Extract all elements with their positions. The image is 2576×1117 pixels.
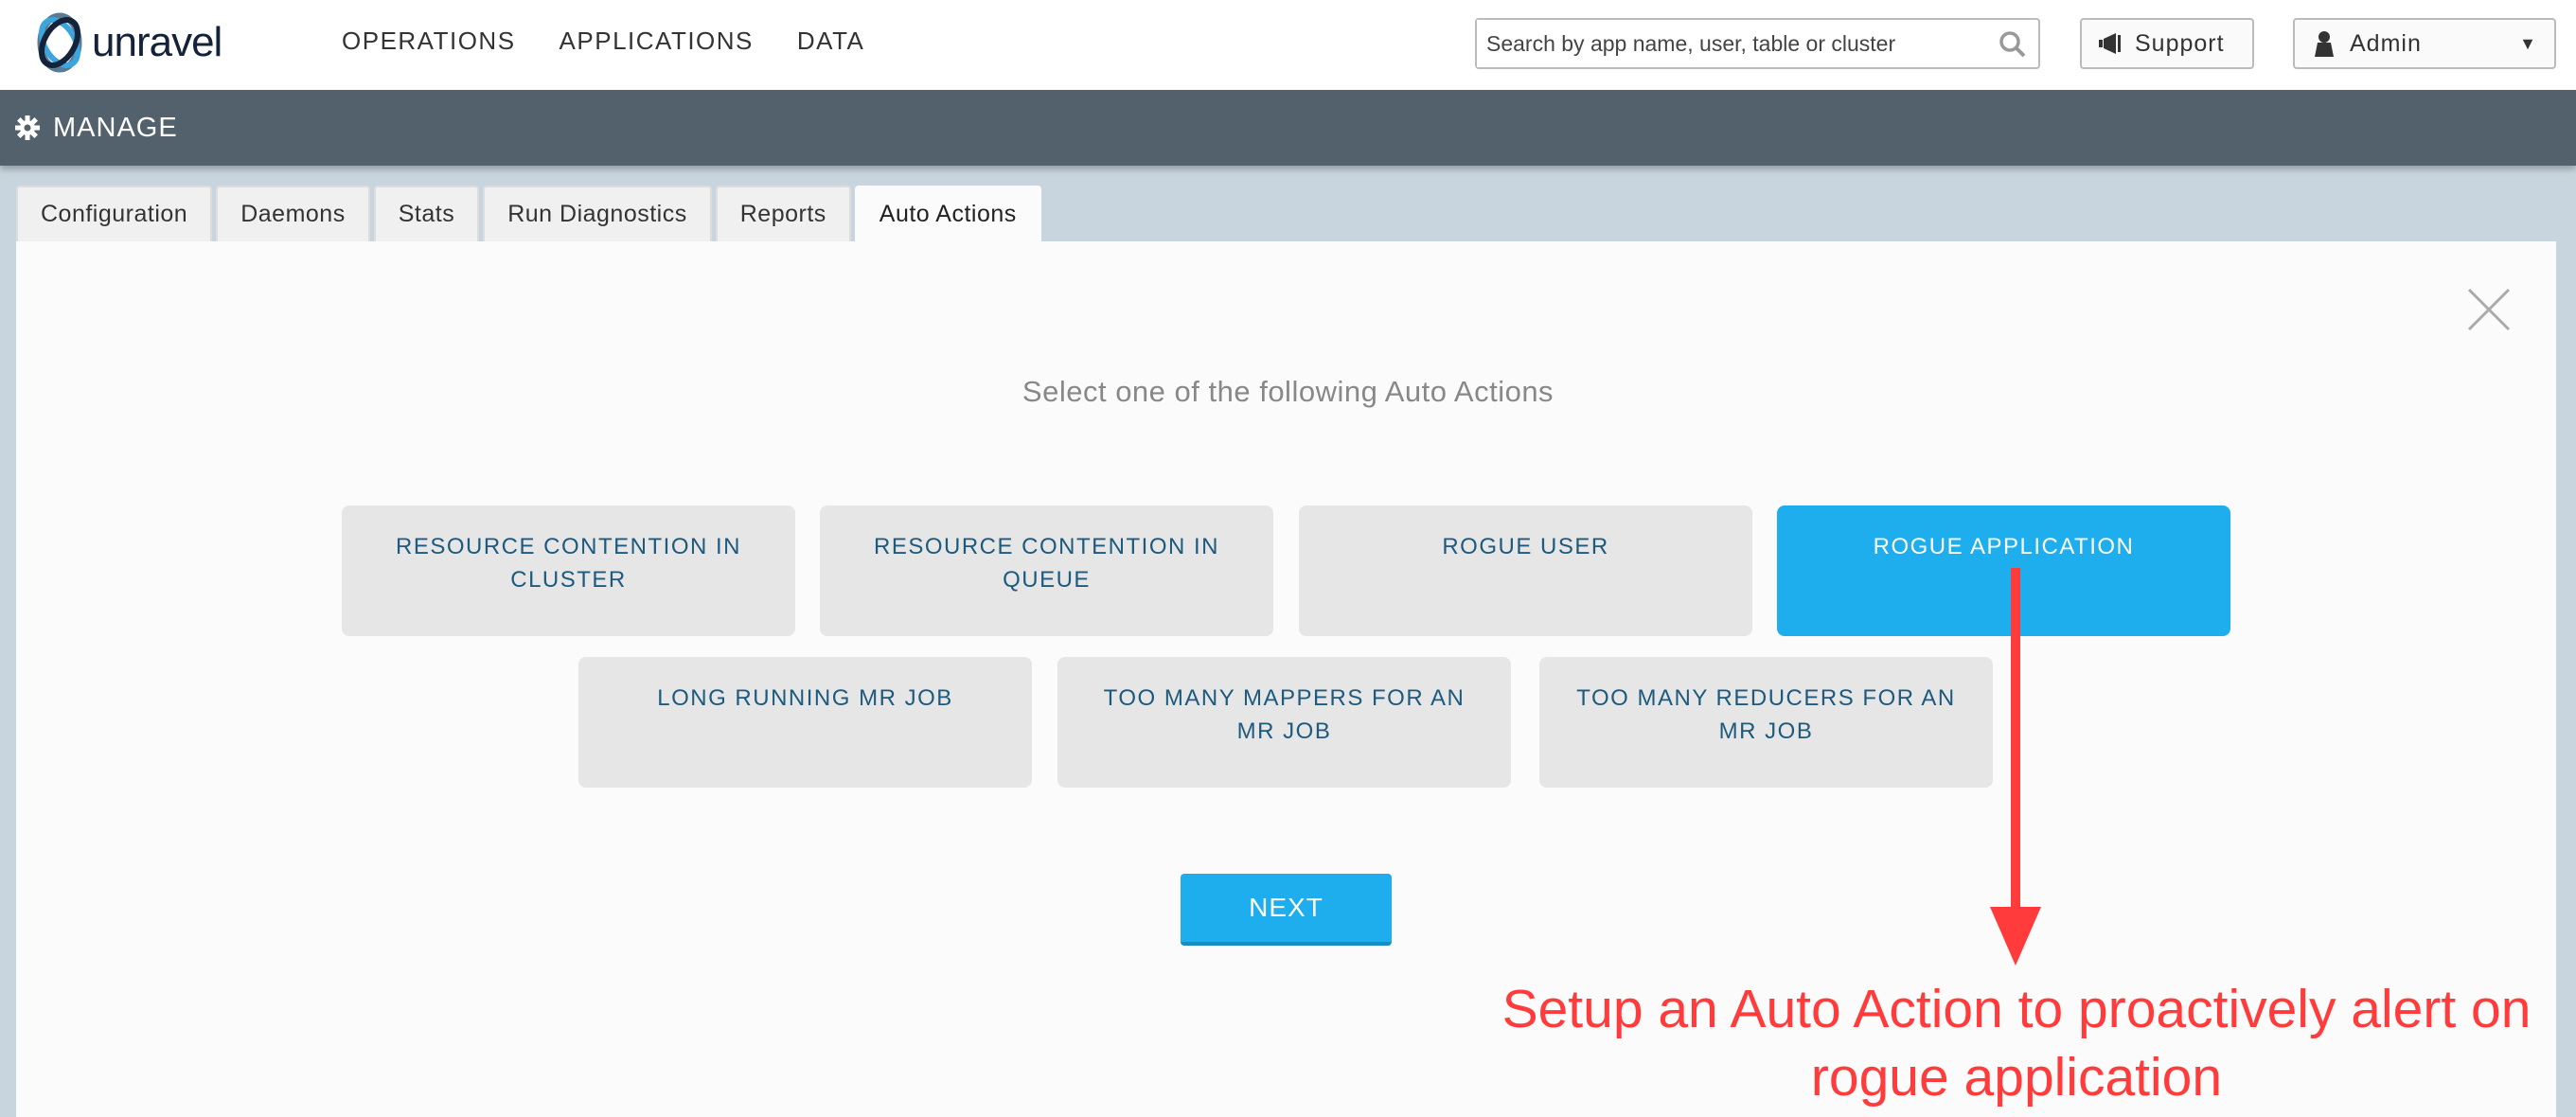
tab-configuration[interactable]: Configuration — [16, 186, 213, 241]
annotation-line-1: Setup an Auto Action to proactively aler… — [1501, 979, 2532, 1039]
search-box — [1475, 18, 2040, 69]
tab-stats[interactable]: Stats — [373, 186, 480, 241]
gear-icon — [15, 115, 40, 140]
support-button[interactable]: Support — [2080, 18, 2254, 69]
close-icon[interactable] — [2467, 288, 2511, 331]
support-label: Support — [2135, 29, 2225, 57]
tab-auto-actions[interactable]: Auto Actions — [854, 186, 1041, 241]
option-rogue-application[interactable]: ROGUE APPLICATION — [1777, 505, 2230, 636]
annotation-arrow-head-icon — [1990, 907, 2041, 966]
option-too-many-mappers[interactable]: TOO MANY MAPPERS FOR AN MR JOB — [1057, 657, 1511, 788]
user-menu[interactable]: Admin ▼ — [2293, 18, 2556, 69]
logo[interactable]: unravel — [33, 11, 222, 74]
search-icon[interactable] — [1999, 30, 2027, 59]
page-title: Select one of the following Auto Actions — [1022, 375, 1554, 408]
annotation-arrow-line — [2011, 568, 2020, 911]
nav-applications[interactable]: APPLICATIONS — [560, 27, 754, 56]
search-input[interactable] — [1477, 20, 1969, 67]
nav-data[interactable]: DATA — [797, 27, 864, 56]
option-rogue-user[interactable]: ROGUE USER — [1299, 505, 1752, 636]
main-nav: OPERATIONS APPLICATIONS DATA — [342, 27, 864, 56]
tab-bar: Configuration Daemons Stats Run Diagnost… — [16, 186, 1041, 241]
megaphone-icon — [2099, 33, 2121, 54]
nav-operations[interactable]: OPERATIONS — [342, 27, 516, 56]
user-icon — [2315, 31, 2334, 57]
section-bar: MANAGE — [0, 90, 2576, 166]
option-long-running-mr-job[interactable]: LONG RUNNING MR JOB — [578, 657, 1032, 788]
user-label: Admin — [2350, 29, 2422, 57]
chevron-down-icon: ▼ — [2519, 33, 2537, 53]
option-resource-contention-queue[interactable]: RESOURCE CONTENTION IN QUEUE — [820, 505, 1273, 636]
tab-daemons[interactable]: Daemons — [216, 186, 370, 241]
annotation-line-2: rogue application — [1810, 1047, 2223, 1108]
option-too-many-reducers[interactable]: TOO MANY REDUCERS FOR AN MR JOB — [1539, 657, 1993, 788]
section-title: MANAGE — [53, 112, 178, 143]
tab-reports[interactable]: Reports — [715, 186, 851, 241]
option-resource-contention-cluster[interactable]: RESOURCE CONTENTION IN CLUSTER — [342, 505, 795, 636]
next-button[interactable]: NEXT — [1181, 874, 1392, 946]
unravel-logo-icon — [37, 12, 82, 73]
tab-run-diagnostics[interactable]: Run Diagnostics — [483, 186, 712, 241]
logo-text: unravel — [92, 19, 222, 65]
annotation-text: Setup an Auto Action to proactively aler… — [1420, 975, 2576, 1111]
top-header: unravel OPERATIONS APPLICATIONS DATA Sup… — [0, 0, 2576, 90]
